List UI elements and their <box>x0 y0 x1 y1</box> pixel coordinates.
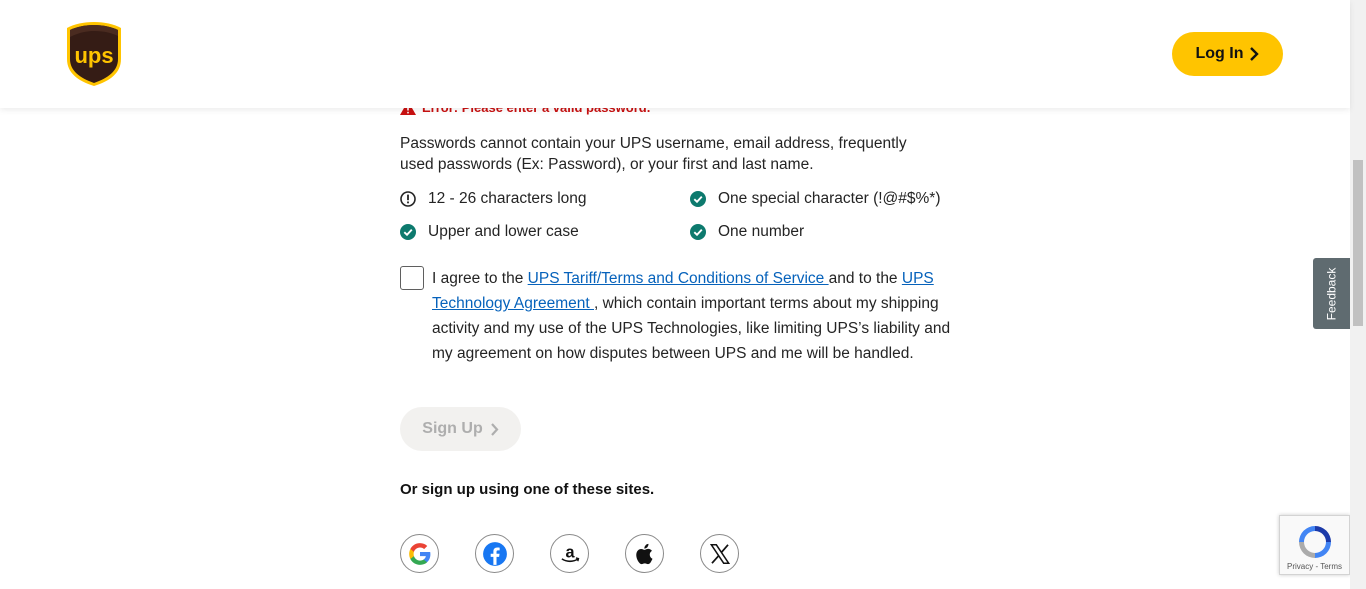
requirement-special-character: One special character (!@#$%*) <box>690 190 941 208</box>
svg-text:ups: ups <box>74 43 113 68</box>
password-note: Passwords cannot contain your UPS userna… <box>400 135 907 173</box>
chevron-right-icon <box>490 422 499 436</box>
facebook-icon <box>482 541 507 566</box>
x-signup-button[interactable] <box>700 534 739 573</box>
agreement-text: I agree to the UPS Tariff/Terms and Cond… <box>432 266 952 366</box>
scrollbar-thumb[interactable] <box>1353 160 1363 326</box>
site-header: ups Log In <box>0 0 1350 108</box>
google-icon <box>408 542 430 565</box>
x-icon <box>709 543 730 564</box>
login-button[interactable]: Log In <box>1172 32 1283 76</box>
requirement-label: One number <box>718 223 805 240</box>
login-button-label: Log In <box>1195 45 1244 62</box>
alert-circle-icon <box>400 191 416 207</box>
facebook-signup-button[interactable] <box>475 534 514 573</box>
recaptcha-terms-link[interactable]: Terms <box>1320 562 1342 571</box>
requirement-label: One special character (!@#$%*) <box>718 190 941 207</box>
apple-icon <box>635 543 652 564</box>
amazon-icon: a <box>560 543 579 562</box>
agreement-prefix: I agree to the <box>432 270 528 287</box>
requirement-label: 12 - 26 characters long <box>428 190 587 207</box>
ups-shield-icon: ups <box>67 22 121 86</box>
google-signup-button[interactable] <box>400 534 439 573</box>
signup-button[interactable]: Sign Up <box>400 407 521 451</box>
amazon-signup-button[interactable]: a <box>550 534 589 573</box>
check-circle-icon <box>690 191 706 207</box>
check-circle-icon <box>400 224 416 240</box>
recaptcha-privacy-link[interactable]: Privacy <box>1287 562 1313 571</box>
feedback-label: Feedback <box>1324 267 1339 320</box>
feedback-tab[interactable]: Feedback <box>1313 258 1350 329</box>
check-circle-icon <box>690 224 706 240</box>
requirement-length: 12 - 26 characters long <box>400 190 587 208</box>
recaptcha-links: Privacy - Terms <box>1280 562 1349 571</box>
requirement-number: One number <box>690 223 804 241</box>
agreement-middle: and to the <box>828 270 902 287</box>
chevron-right-icon <box>1250 47 1260 61</box>
requirement-case: Upper and lower case <box>400 223 579 241</box>
tariff-terms-link[interactable]: UPS Tariff/Terms and Conditions of Servi… <box>528 270 829 287</box>
agree-checkbox[interactable] <box>400 266 424 290</box>
apple-signup-button[interactable] <box>625 534 664 573</box>
page-scrollbar[interactable] <box>1350 0 1366 589</box>
social-signup-heading: Or sign up using one of these sites. <box>400 481 655 498</box>
requirement-label: Upper and lower case <box>428 223 579 240</box>
recaptcha-badge[interactable]: Privacy - Terms <box>1279 515 1350 575</box>
signup-button-label: Sign Up <box>422 420 483 437</box>
svg-text:a: a <box>565 543 575 561</box>
recaptcha-icon <box>1299 526 1331 558</box>
ups-logo[interactable]: ups <box>66 21 122 87</box>
